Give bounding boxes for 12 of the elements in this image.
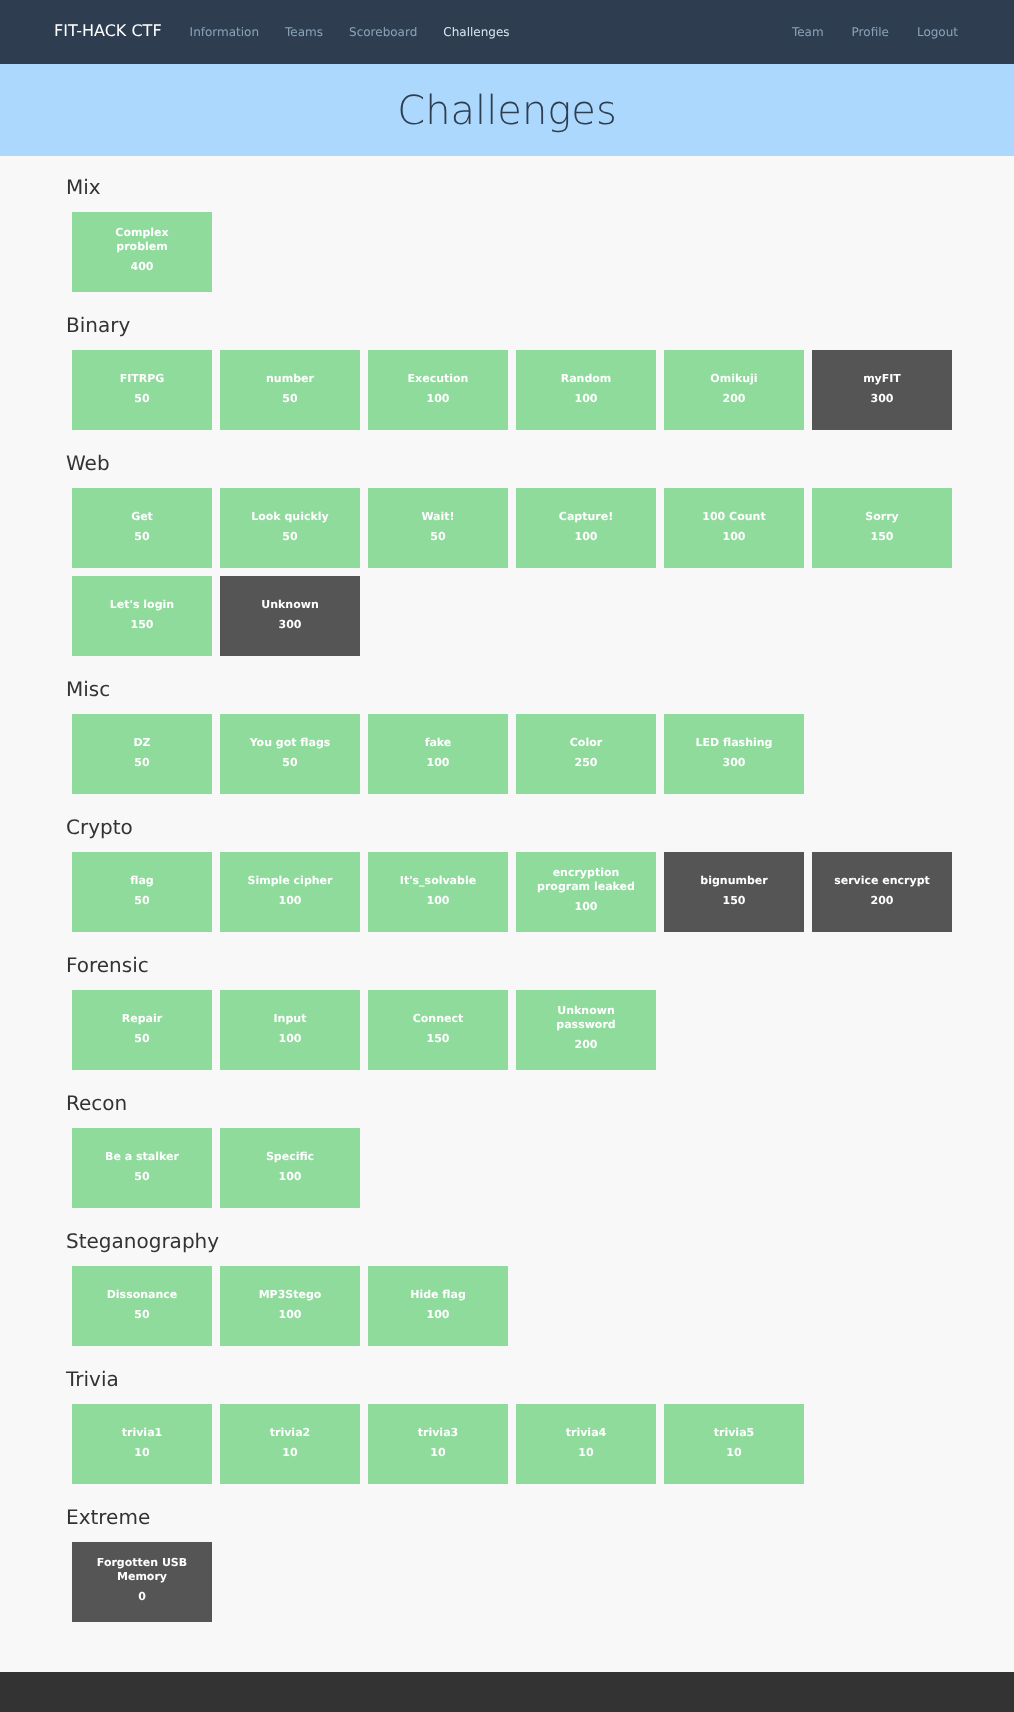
category-heading: Web (66, 452, 110, 480)
category-heading: Forensic (66, 954, 149, 982)
category-heading: Trivia (66, 1368, 119, 1396)
category-heading: Recon (66, 1092, 128, 1120)
category-heading: Steganography (66, 1230, 220, 1258)
page-title: Challenges (397, 84, 617, 138)
category-heading: Misc (66, 678, 111, 706)
category-heading: Extreme (66, 1506, 151, 1534)
category-heading: Binary (66, 314, 131, 342)
category-heading: Crypto (66, 816, 133, 844)
brand-link[interactable]: FIT-HACK CTF (54, 20, 162, 44)
category-heading: Mix (66, 176, 101, 204)
